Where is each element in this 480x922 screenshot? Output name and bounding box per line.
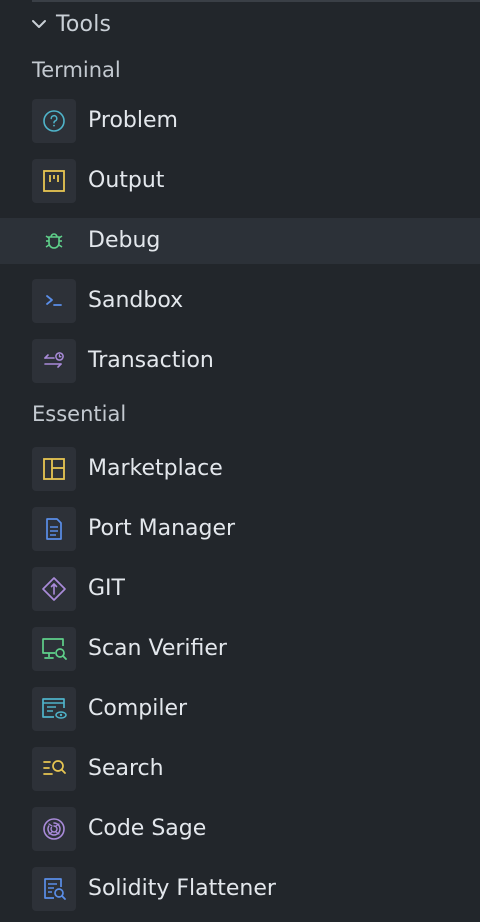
question-circle-icon	[32, 99, 76, 143]
tool-item-label: Solidity Flattener	[88, 876, 276, 901]
tool-item-git[interactable]: GIT	[0, 566, 480, 612]
tool-item-transaction[interactable]: Transaction	[0, 338, 480, 384]
tools-title: Tools	[56, 11, 112, 37]
tools-section-toggle[interactable]: Tools	[30, 6, 111, 42]
tool-item-label: Output	[88, 168, 165, 193]
tool-item-label: Problem	[88, 108, 178, 133]
tool-item-label: Port Manager	[88, 516, 236, 541]
file-search-icon	[32, 867, 76, 911]
tool-item-debug[interactable]: Debug	[0, 218, 480, 264]
tool-item-label: GIT	[88, 576, 125, 601]
tool-item-solidity-flattener[interactable]: Solidity Flattener	[0, 866, 480, 912]
tool-item-label: Marketplace	[88, 456, 223, 481]
tools-panel: Tools Terminal Problem Output Debug Sand…	[0, 0, 480, 922]
tool-item-compiler[interactable]: Compiler	[0, 686, 480, 732]
bug-icon	[32, 219, 76, 263]
git-diamond-icon	[32, 567, 76, 611]
transaction-icon	[32, 339, 76, 383]
tool-item-label: Sandbox	[88, 288, 184, 313]
tool-item-search[interactable]: Search	[0, 746, 480, 792]
tool-item-label: Compiler	[88, 696, 188, 721]
terminal-prompt-icon	[32, 279, 76, 323]
tool-item-problem[interactable]: Problem	[0, 98, 480, 144]
tool-item-port-manager[interactable]: Port Manager	[0, 506, 480, 552]
chevron-down-icon	[30, 15, 48, 33]
tool-item-sandbox[interactable]: Sandbox	[0, 278, 480, 324]
monitor-search-icon	[32, 627, 76, 671]
tool-item-label: Search	[88, 756, 164, 781]
tool-item-label: Transaction	[88, 348, 214, 373]
section-label-essential: Essential	[32, 402, 127, 426]
tool-item-output[interactable]: Output	[0, 158, 480, 204]
output-icon	[32, 159, 76, 203]
ai-swirl-icon	[32, 807, 76, 851]
tool-item-label: Scan Verifier	[88, 636, 227, 661]
tool-item-code-sage[interactable]: Code Sage	[0, 806, 480, 852]
document-icon	[32, 507, 76, 551]
tool-item-marketplace[interactable]: Marketplace	[0, 446, 480, 492]
list-search-icon	[32, 747, 76, 791]
tool-item-label: Debug	[88, 228, 161, 253]
divider	[32, 0, 480, 2]
tool-item-scan-verifier[interactable]: Scan Verifier	[0, 626, 480, 672]
section-label-terminal: Terminal	[32, 58, 121, 82]
tool-item-label: Code Sage	[88, 816, 207, 841]
layout-grid-icon	[32, 447, 76, 491]
compiler-window-icon	[32, 687, 76, 731]
